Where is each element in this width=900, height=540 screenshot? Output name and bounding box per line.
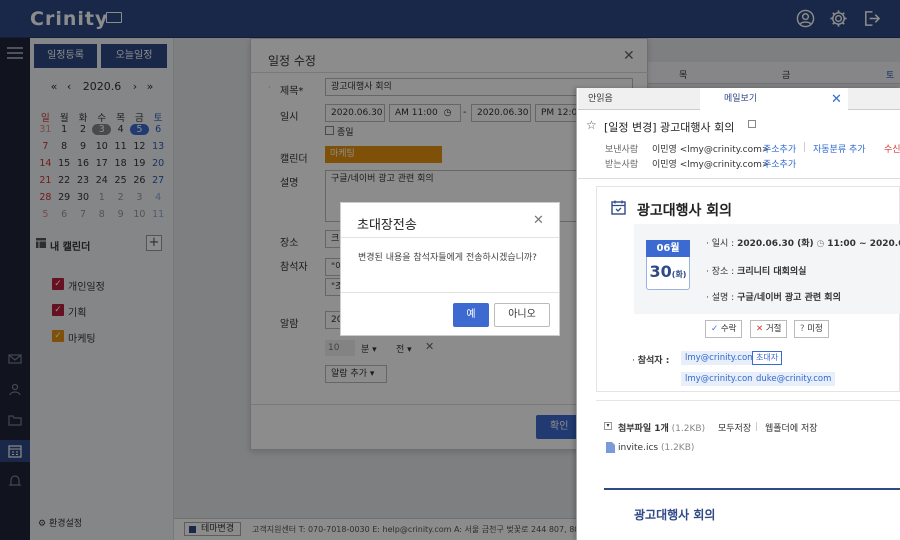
tab-bar-filler <box>848 88 900 110</box>
attachment-summary: 첨부파일 1개 (1.2KB) <box>618 421 705 434</box>
event-desc-row: · 설명 : 구글/네이버 광고 관련 회의 <box>706 293 841 303</box>
when-label: 일시 : <box>711 239 735 249</box>
when-value: 2020.06.30 (화) <box>737 239 814 249</box>
file-name: invite.ics <box>618 443 659 453</box>
divider <box>578 178 900 179</box>
date-badge-day: 30(화) <box>646 262 690 281</box>
attachment-count: 첨부파일 1개 <box>618 424 669 434</box>
close-tab-icon[interactable]: ✕ <box>831 92 842 107</box>
attendee-email[interactable]: lmy@crinity.com <box>681 372 760 386</box>
separator <box>756 422 757 431</box>
recipient-label: 받는사람 <box>605 160 639 170</box>
check-icon: ✓ <box>711 324 719 334</box>
close-icon[interactable]: ✕ <box>533 213 544 228</box>
auto-sort-link[interactable]: 자동분류 추가 <box>813 142 866 155</box>
save-webfolder-button[interactable]: 웹폴더에 저장 <box>765 421 818 434</box>
question-icon: ? <box>800 324 805 334</box>
organizer-badge: 초대자 <box>752 351 783 365</box>
file-size: (1.2KB) <box>660 443 695 453</box>
date-badge-weekday: (화) <box>671 270 687 279</box>
attachment-size: (1.2KB) <box>671 424 706 434</box>
when-time: 11:00 ~ 2020.06. <box>827 239 900 249</box>
add-address-link[interactable]: 주소추가 <box>763 157 796 170</box>
event-title: 광고대행사 회의 <box>637 203 733 219</box>
event-place-row: · 장소 : 크리니티 대회의실 <box>706 267 807 277</box>
mail-body-title: 광고대행사 회의 <box>634 508 716 522</box>
separator <box>804 142 805 152</box>
yes-button[interactable]: 예 <box>453 303 489 327</box>
recipient-address[interactable]: 이민영 <lmy@crinity.com> <box>652 157 769 170</box>
no-button[interactable]: 아니오 <box>494 303 550 327</box>
maybe-label: 미정 <box>807 324 823 334</box>
sender-label: 보낸사람 <box>605 145 639 155</box>
tab-mail-view[interactable]: 메일보기 <box>700 88 848 110</box>
confirm-title: 초대장전송 <box>357 218 417 233</box>
attendee-email[interactable]: duke@crinity.com <box>752 372 836 386</box>
tab-unread[interactable]: 안읽음 <box>578 88 700 110</box>
save-all-button[interactable]: 모두저장 <box>718 421 751 434</box>
divider <box>341 237 559 238</box>
decline-button[interactable]: ✕ 거절 <box>750 320 788 338</box>
place-value: 크리니티 대회의실 <box>737 267 807 277</box>
reject-link[interactable]: 수신 <box>884 142 900 155</box>
desc-label: 설명 : <box>711 293 735 303</box>
attachment-toggle-icon[interactable]: ▾ <box>604 422 612 430</box>
place-label: 장소 : <box>711 267 735 277</box>
date-badge-month: 06월 <box>646 240 690 257</box>
popup-icon[interactable] <box>748 120 756 128</box>
clock-icon: ◷ <box>816 239 825 249</box>
desc-value: 구글/네이버 광고 관련 회의 <box>737 293 841 303</box>
maybe-button[interactable]: ? 미정 <box>794 320 829 338</box>
event-when-row: · 일시 : 2020.06.30 (화) ◷ 11:00 ~ 2020.06. <box>706 236 900 249</box>
attendee-label: 참석자 : <box>637 356 670 366</box>
x-icon: ✕ <box>756 324 764 334</box>
confirm-message: 변경된 내용을 참석자들에게 전송하시겠습니까? <box>358 253 537 263</box>
add-address-link[interactable]: 주소추가 <box>763 142 796 155</box>
attendee-row-label: · 참석자 : <box>632 356 670 366</box>
divider <box>341 292 559 293</box>
sender-address[interactable]: 이민영 <lmy@crinity.com> <box>652 142 769 155</box>
attendee-email[interactable]: lmy@crinity.com <box>681 351 760 365</box>
calendar-icon <box>611 200 626 215</box>
attachment-file[interactable]: invite.ics (1.2KB) <box>618 443 694 453</box>
file-icon <box>606 442 615 453</box>
mail-subject: [일정 변경] 광고대행사 회의 <box>604 121 735 134</box>
star-icon[interactable]: ☆ <box>586 118 597 132</box>
accept-label: 수락 <box>720 324 737 334</box>
date-badge-day-num: 30 <box>649 262 672 281</box>
accept-button[interactable]: ✓ 수락 <box>705 320 743 338</box>
decline-label: 거절 <box>765 324 782 334</box>
